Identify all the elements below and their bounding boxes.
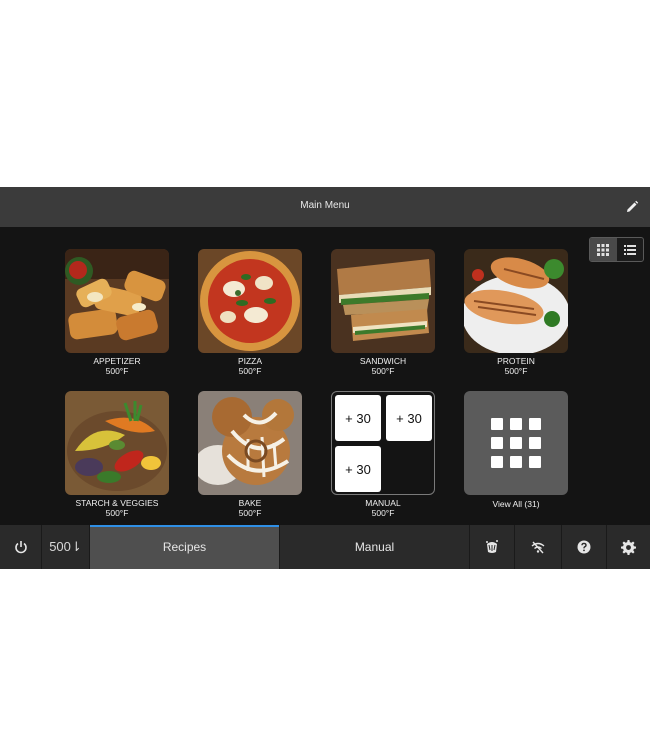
recipe-tile-protein[interactable]: PROTEIN 500°F (464, 249, 568, 376)
tile-name: SANDWICH (359, 356, 407, 366)
wifi-off-button[interactable] (515, 525, 562, 569)
settings-button[interactable] (607, 525, 650, 569)
power-icon (14, 541, 27, 554)
grid-icon (491, 418, 541, 468)
appetizer-image (65, 249, 169, 353)
tile-name: View All (31) (492, 499, 540, 509)
recipe-tile-bake[interactable]: BAKE 500°F (198, 391, 302, 518)
view-all-image (464, 391, 568, 495)
tab-manual[interactable]: Manual (280, 525, 470, 569)
tile-temperature: 500°F (238, 366, 262, 376)
bake-image (198, 391, 302, 495)
sandwich-image (331, 249, 435, 353)
recipe-tile-starch-veggies[interactable]: STARCH & VEGGIES 500°F (65, 391, 169, 518)
tile-temperature: 500°F (105, 366, 129, 376)
add-30-button[interactable]: + 30 (335, 395, 381, 441)
grid-view-button[interactable] (590, 238, 617, 261)
power-button[interactable] (0, 525, 42, 569)
manual-time-grid: + 30 + 30 + 30 (331, 391, 435, 495)
page-title: Main Menu (300, 200, 350, 211)
add-30-button[interactable]: + 30 (386, 395, 432, 441)
help-icon (577, 540, 591, 554)
tile-temperature: 500°F (238, 508, 262, 518)
recipe-tile-sandwich[interactable]: SANDWICH 500°F (331, 249, 435, 376)
tile-temperature: 500°F (371, 366, 395, 376)
recipe-tile-view-all[interactable]: View All (31) (464, 391, 568, 509)
bottom-bar: 500⇂ Recipes Manual (0, 525, 650, 569)
add-30-button[interactable]: + 30 (335, 446, 381, 492)
tab-label: Recipes (162, 540, 207, 554)
recipe-tile-manual[interactable]: + 30 + 30 + 30 MANUAL 500°F (331, 391, 435, 518)
pencil-icon (627, 200, 639, 212)
wifi-off-icon (531, 541, 545, 554)
protein-image (464, 249, 568, 353)
grid-icon (597, 243, 610, 256)
view-toggle (589, 237, 644, 262)
tile-temperature: 500°F (504, 366, 528, 376)
oven-screen: Main Menu APPETIZER 500°F PIZZA 500°F SA… (0, 187, 650, 569)
tab-recipes[interactable]: Recipes (90, 525, 280, 569)
starch-veggies-image (65, 391, 169, 495)
pizza-image (198, 249, 302, 353)
list-view-button[interactable] (617, 238, 644, 261)
tab-label: Manual (354, 540, 395, 554)
tile-name: PROTEIN (497, 356, 535, 366)
tile-temperature: 500°F (105, 508, 129, 518)
tile-name: STARCH & VEGGIES (75, 498, 159, 508)
cleaning-icon (486, 540, 498, 553)
tile-name: PIZZA (237, 356, 263, 366)
title-bar: Main Menu (0, 187, 650, 227)
recipe-tile-pizza[interactable]: PIZZA 500°F (198, 249, 302, 376)
temperature-readout: 500⇂ (49, 539, 82, 554)
gear-icon (621, 539, 636, 555)
active-tab-indicator (90, 525, 279, 527)
list-icon (623, 244, 636, 255)
temperature-button[interactable]: 500⇂ (42, 525, 90, 569)
help-button[interactable] (562, 525, 607, 569)
tile-name: BAKE (238, 498, 262, 508)
tile-name: APPETIZER (93, 356, 141, 366)
tile-temperature: 500°F (371, 508, 395, 518)
recipe-tile-appetizer[interactable]: APPETIZER 500°F (65, 249, 169, 376)
cleaning-button[interactable] (470, 525, 515, 569)
tile-name: MANUAL (365, 498, 401, 508)
edit-button[interactable] (622, 197, 642, 217)
